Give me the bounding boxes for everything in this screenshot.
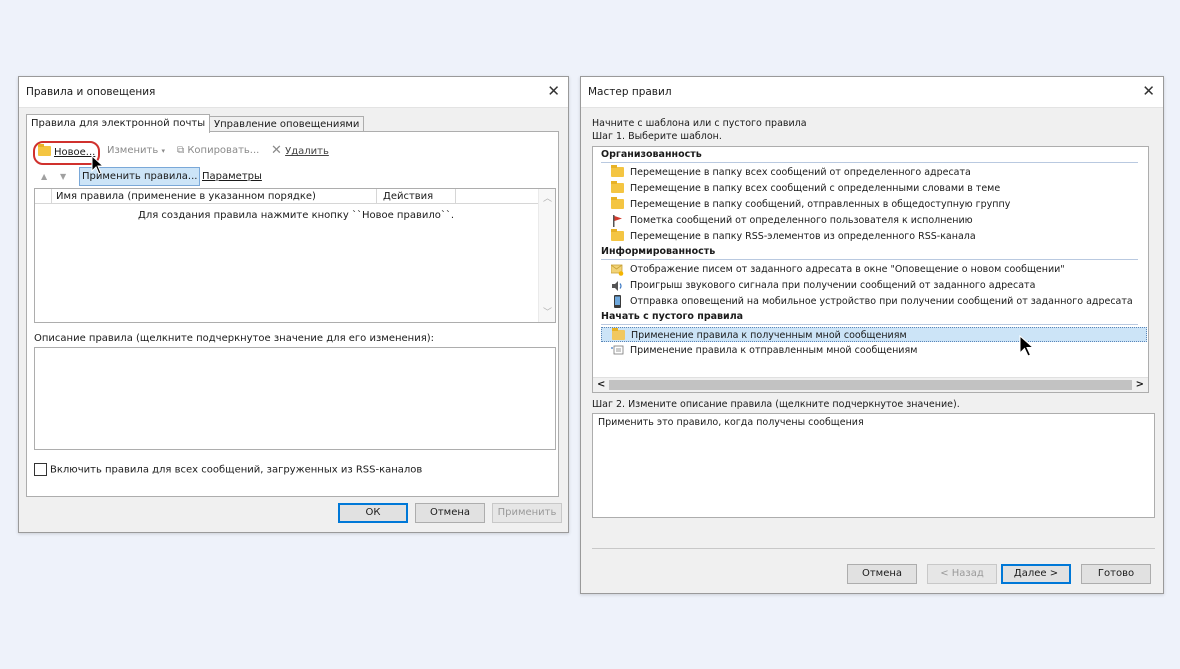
finish-button[interactable]: Готово <box>1081 564 1151 584</box>
delete-rule-label: Удалить <box>285 146 329 157</box>
sent-rule-icon <box>611 345 624 355</box>
move-down-icon[interactable]: ▼ <box>60 172 66 181</box>
delete-icon: ✕ <box>271 143 282 158</box>
mobile-phone-icon <box>614 295 621 308</box>
group-header-organize: Организованность <box>601 149 702 160</box>
window-title: Правила и оповещения <box>26 86 156 98</box>
step1-label: Шаг 1. Выберите шаблон. <box>592 131 722 142</box>
delete-rule-button[interactable]: ✕ Удалить <box>271 143 329 158</box>
edit-rule-label: Изменить <box>107 145 159 156</box>
copy-rule-button[interactable]: ⧉ Копировать... <box>177 145 259 156</box>
close-icon[interactable]: ✕ <box>1142 82 1155 100</box>
chevron-down-icon: ▾ <box>161 147 165 155</box>
title-bar: Правила и оповещения ✕ <box>19 77 568 108</box>
move-up-icon[interactable]: ▲ <box>41 172 47 181</box>
flag-icon <box>613 214 622 227</box>
step2-label: Шаг 2. Измените описание правила (щелкни… <box>592 399 960 410</box>
edit-rule-button[interactable]: Изменить ▾ <box>107 145 165 156</box>
new-rule-label: Новое... <box>54 147 96 158</box>
list-item[interactable]: Проигрыш звукового сигнала при получении… <box>611 278 1138 293</box>
list-item[interactable]: Перемещение в папку сообщений, отправлен… <box>611 197 1138 212</box>
column-divider <box>51 189 52 203</box>
next-button[interactable]: Далее > <box>1001 564 1071 584</box>
group-header-blank-rule: Начать с пустого правила <box>601 311 744 322</box>
rules-and-alerts-dialog: Правила и оповещения ✕ Правила для элект… <box>18 76 569 533</box>
rules-table: Имя правила (применение в указанном поря… <box>34 188 556 323</box>
list-item[interactable]: Пометка сообщений от определенного польз… <box>611 213 1138 228</box>
group-divider <box>601 162 1138 163</box>
apply-button: Применить <box>492 503 562 523</box>
scroll-right-button[interactable]: > <box>1136 379 1144 390</box>
copy-rule-label: Копировать... <box>187 145 260 156</box>
table-header: Имя правила (применение в указанном поря… <box>35 189 540 204</box>
column-divider <box>455 189 456 203</box>
window-title: Мастер правил <box>588 86 672 98</box>
folder-move-icon <box>611 197 624 209</box>
scroll-thumb[interactable] <box>609 380 1132 390</box>
tab-label: Управление оповещениями <box>214 119 360 130</box>
cancel-button[interactable]: Отмена <box>847 564 917 584</box>
list-item[interactable]: Отправка оповещений на мобильное устройс… <box>611 294 1148 309</box>
list-item[interactable]: Отображение писем от заданного адресата … <box>611 262 1138 277</box>
group-divider <box>601 324 1138 325</box>
horizontal-scrollbar[interactable]: < > <box>593 377 1148 392</box>
cancel-button[interactable]: Отмена <box>415 503 485 523</box>
ok-button[interactable]: ОК <box>338 503 408 523</box>
list-item-selected[interactable]: Применение правила к полученным мной соо… <box>601 327 1147 342</box>
mouse-pointer-icon <box>91 155 105 175</box>
alert-mail-icon <box>611 264 624 276</box>
list-item[interactable]: Перемещение в папку всех сообщений с опр… <box>611 181 1138 196</box>
new-rule-icon <box>38 144 51 156</box>
speaker-icon <box>612 280 622 291</box>
scroll-down-icon[interactable]: ﹀ <box>543 305 552 318</box>
folder-move-icon <box>611 229 624 241</box>
rss-rules-label: Включить правила для всех сообщений, заг… <box>50 464 423 476</box>
scroll-up-icon[interactable]: ︿ <box>543 191 552 204</box>
options-link[interactable]: Параметры <box>202 171 262 182</box>
wizard-intro: Начните с шаблона или с пустого правила <box>592 118 807 129</box>
rules-wizard-dialog: Мастер правил ✕ Начните с шаблона или с … <box>580 76 1164 594</box>
rule-description-text: Применить это правило, когда получены со… <box>598 417 864 428</box>
tab-email-rules[interactable]: Правила для электронной почты <box>26 114 211 133</box>
checkbox-box[interactable] <box>34 463 47 476</box>
group-divider <box>601 259 1138 260</box>
copy-icon: ⧉ <box>177 145 185 156</box>
group-header-stay-informed: Информированность <box>601 246 716 257</box>
rule-description-box[interactable] <box>34 347 556 450</box>
inbox-rule-icon <box>612 328 625 340</box>
folder-move-icon <box>611 165 624 177</box>
templates-list: Организованность Перемещение в папку все… <box>592 146 1149 393</box>
tab-manage-alerts[interactable]: Управление оповещениями <box>209 116 365 132</box>
column-divider <box>376 189 377 203</box>
list-item[interactable]: Перемещение в папку RSS-элементов из опр… <box>611 229 1138 244</box>
tab-label: Правила для электронной почты <box>31 118 206 129</box>
title-bar: Мастер правил ✕ <box>581 77 1163 108</box>
rule-description-label: Описание правила (щелкните подчеркнутое … <box>34 333 434 344</box>
back-button: < Назад <box>927 564 997 584</box>
list-item[interactable]: Перемещение в папку всех сообщений от оп… <box>611 165 1138 180</box>
rule-description-box[interactable]: Применить это правило, когда получены со… <box>592 413 1155 518</box>
column-header-actions[interactable]: Действия <box>383 191 433 202</box>
empty-table-message: Для создания правила нажмите кнопку ``Но… <box>138 210 455 221</box>
column-header-name[interactable]: Имя правила (применение в указанном поря… <box>56 191 316 202</box>
close-icon[interactable]: ✕ <box>547 82 560 100</box>
separator <box>592 548 1155 549</box>
list-item[interactable]: Применение правила к отправленным мной с… <box>611 343 1138 358</box>
rss-rules-checkbox[interactable]: Включить правила для всех сообщений, заг… <box>34 463 422 476</box>
scroll-left-button[interactable]: < <box>597 379 605 390</box>
folder-move-icon <box>611 181 624 193</box>
mouse-pointer-icon <box>1019 335 1035 357</box>
vertical-scrollbar[interactable]: ︿ ﹀ <box>538 189 555 322</box>
